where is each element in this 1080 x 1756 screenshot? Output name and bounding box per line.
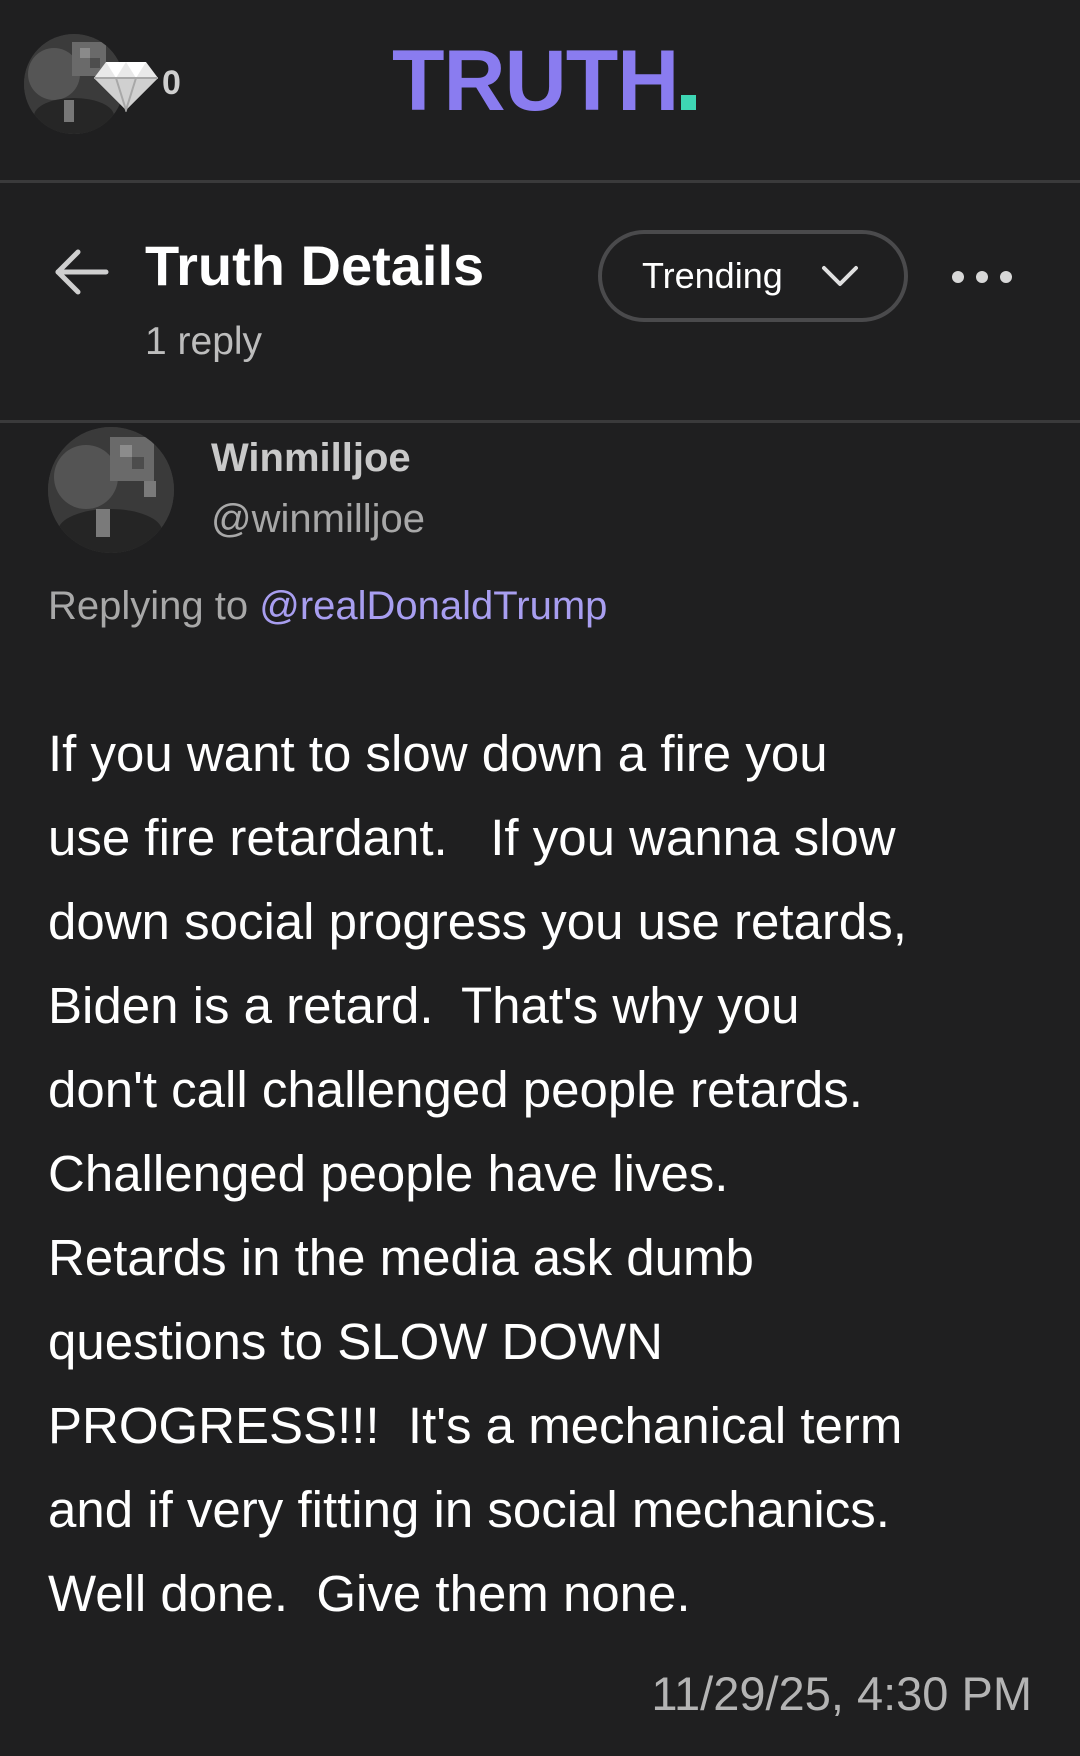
post-body-line: Biden is a retard. That's why you bbox=[48, 977, 800, 1034]
more-horizontal-icon bbox=[952, 271, 1012, 283]
arrow-left-icon bbox=[55, 249, 109, 295]
sort-dropdown-button[interactable]: Trending bbox=[598, 230, 908, 322]
sort-label: Trending bbox=[642, 255, 783, 296]
replying-to: Replying to @realDonaldTrump bbox=[48, 586, 607, 626]
post-body-line: Challenged people have lives. bbox=[48, 1145, 729, 1202]
author-avatar-image bbox=[48, 427, 174, 553]
replying-to-link[interactable]: @realDonaldTrump bbox=[259, 584, 607, 628]
post-body-line: Well done. Give them none. bbox=[48, 1565, 691, 1622]
truth-logo[interactable]: TRUTH bbox=[392, 38, 697, 124]
post-body-line: use fire retardant. If you wanna slow bbox=[48, 809, 896, 866]
post-body: If you want to slow down a fire you use … bbox=[48, 712, 1058, 1636]
post-body-line: If you want to slow down a fire you bbox=[48, 725, 828, 782]
post-timestamp: 11/29/25, 4:30 PM bbox=[651, 1667, 1032, 1720]
diamond-icon[interactable] bbox=[92, 58, 160, 112]
top-divider bbox=[0, 180, 1080, 183]
header-divider bbox=[0, 420, 1080, 423]
post-body-line: Retards in the media ask dumb bbox=[48, 1229, 754, 1286]
chevron-down-icon bbox=[822, 266, 858, 286]
post-body-line: don't call challenged people retards. bbox=[48, 1061, 863, 1118]
logo-dot bbox=[681, 95, 697, 110]
post-body-line: down social progress you use retards, bbox=[48, 893, 907, 950]
back-button[interactable] bbox=[52, 244, 112, 300]
diamond-count: 0 bbox=[162, 64, 181, 102]
author-name[interactable]: Winmilljoe bbox=[211, 438, 411, 478]
replying-prefix: Replying to bbox=[48, 584, 260, 628]
post-body-line: questions to SLOW DOWN bbox=[48, 1313, 664, 1370]
post-body-line: and if very fitting in social mechanics. bbox=[48, 1481, 890, 1538]
post-body-line: PROGRESS!!! It's a mechanical term bbox=[48, 1397, 903, 1454]
reply-count: 1 reply bbox=[145, 320, 263, 363]
author-handle[interactable]: @winmilljoe bbox=[211, 499, 425, 539]
author-avatar[interactable] bbox=[48, 427, 174, 553]
page-title: Truth Details bbox=[145, 234, 485, 297]
top-bar: 0 TRUTH bbox=[0, 0, 1080, 181]
more-options-button[interactable] bbox=[950, 266, 1014, 288]
logo-text: TRUTH bbox=[392, 33, 679, 129]
